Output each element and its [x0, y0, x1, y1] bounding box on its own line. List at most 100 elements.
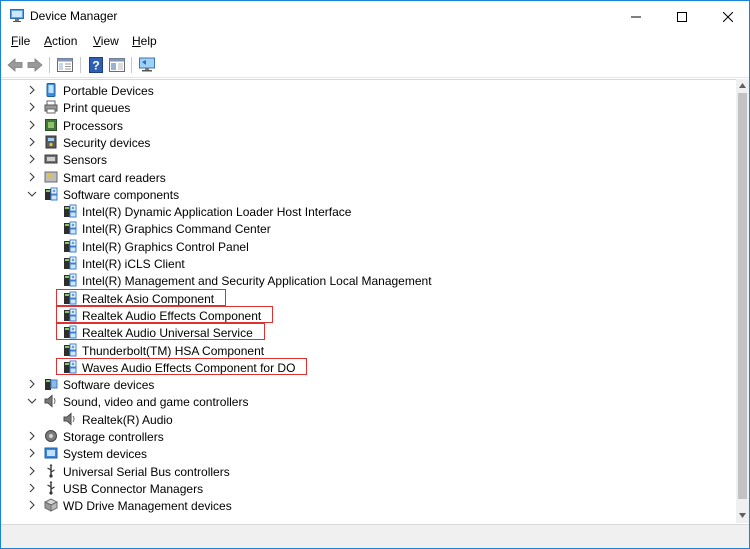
tree-node-label: Sound, video and game controllers [63, 395, 249, 410]
maximize-button[interactable] [659, 1, 705, 31]
tree-node-label: WD Drive Management devices [63, 499, 232, 514]
tree-node[interactable]: System devices [1, 445, 721, 462]
sensor-icon [44, 154, 58, 164]
highlight-box [56, 357, 307, 375]
tree-node[interactable]: Thunderbolt(TM) HSA Component [1, 342, 721, 359]
menu-file[interactable]: File [11, 34, 30, 48]
chevron-right-icon[interactable] [26, 101, 38, 113]
toolbar-separator [49, 57, 50, 73]
tree-node-label: Print queues [63, 101, 131, 116]
tree-node[interactable]: Intel(R) Graphics Command Center [1, 220, 721, 237]
tree-node[interactable]: Universal Serial Bus controllers [1, 463, 721, 480]
tree-node[interactable]: Software components [1, 186, 721, 203]
scroll-up-arrow-icon[interactable] [739, 83, 746, 88]
tree-node-label: Universal Serial Bus controllers [63, 464, 230, 479]
tree-node-label: Realtek(R) Audio [82, 412, 173, 427]
chevron-right-icon[interactable] [26, 136, 38, 148]
chevron-right-icon[interactable] [26, 153, 38, 165]
chevron-right-icon[interactable] [26, 171, 38, 183]
storage-controller-icon [45, 430, 57, 442]
tree-node[interactable]: Sensors [1, 151, 721, 168]
menu-action[interactable]: Action [44, 34, 77, 48]
highlight-box [56, 323, 265, 341]
status-bar [1, 524, 749, 548]
tree-node[interactable]: Realtek(R) Audio [1, 411, 721, 428]
tree-node-label: System devices [63, 447, 148, 462]
menu-view-label: View [93, 34, 119, 48]
scan-hardware-changes-icon[interactable] [138, 56, 156, 74]
scrollbar-thumb[interactable] [738, 93, 747, 499]
speaker-icon [44, 394, 56, 408]
scroll-down-arrow-icon[interactable] [739, 513, 746, 518]
menu-help-label: Help [132, 34, 157, 48]
software-component-icon [64, 239, 77, 253]
show-hide-console-tree-icon[interactable] [56, 56, 74, 74]
chevron-right-icon[interactable] [26, 447, 38, 459]
tree-node[interactable]: Portable Devices [1, 82, 721, 99]
toolbar: ? [1, 52, 749, 78]
security-device-icon [45, 135, 57, 149]
minimize-icon [631, 16, 641, 18]
tree-node-label: Intel(R) Management and Security Applica… [82, 274, 432, 289]
software-component-icon [64, 256, 77, 270]
tree-node[interactable]: Security devices [1, 134, 721, 151]
tree-node[interactable]: USB Connector Managers [1, 480, 721, 497]
device-manager-window: Device Manager File Action View Help ? P… [0, 0, 750, 549]
forward-arrow-icon[interactable] [26, 56, 44, 74]
usb-icon [47, 463, 55, 478]
tree-node[interactable]: Intel(R) Management and Security Applica… [1, 272, 721, 289]
software-device-icon [45, 379, 58, 391]
tree-node-label: USB Connector Managers [63, 481, 204, 496]
tree-node[interactable]: Storage controllers [1, 428, 721, 445]
close-icon [722, 11, 734, 22]
tree-node-label: Intel(R) Dynamic Application Loader Host… [82, 205, 352, 220]
chevron-right-icon[interactable] [26, 465, 38, 477]
chevron-down-icon[interactable] [26, 188, 38, 200]
title-bar[interactable]: Device Manager [1, 1, 749, 31]
printer-icon [44, 100, 58, 114]
tree-node[interactable]: Print queues [1, 99, 721, 116]
tree-node-label: Intel(R) Graphics Control Panel [82, 239, 249, 254]
software-component-icon [64, 204, 77, 218]
back-arrow-icon[interactable] [6, 56, 24, 74]
chevron-right-icon[interactable] [26, 482, 38, 494]
menu-help[interactable]: Help [132, 34, 157, 48]
tree-node[interactable]: Processors [1, 117, 721, 134]
tree-node[interactable]: Smart card readers [1, 169, 721, 186]
device-manager-icon [10, 9, 24, 22]
tree-node-label: Processors [63, 118, 124, 133]
highlight-box [56, 288, 226, 306]
vertical-scrollbar[interactable] [736, 79, 749, 523]
properties-icon[interactable] [108, 56, 126, 74]
menu-view[interactable]: View [93, 34, 119, 48]
tree-node[interactable]: WD Drive Management devices [1, 497, 721, 514]
wd-drive-icon [44, 498, 58, 512]
chevron-right-icon[interactable] [26, 84, 38, 96]
tree-node-label: Security devices [63, 135, 151, 150]
tree-node-label: Intel(R) iCLS Client [82, 257, 185, 271]
minimize-button[interactable] [613, 1, 659, 31]
device-tree: Portable Devices Print queues Processors Se… [1, 79, 736, 523]
chevron-right-icon[interactable] [26, 430, 38, 442]
close-button[interactable] [705, 1, 750, 31]
chevron-down-icon[interactable] [26, 395, 38, 407]
tree-node[interactable]: Intel(R) Dynamic Application Loader Host… [1, 203, 721, 220]
tree-node[interactable]: Intel(R) iCLS Client [1, 255, 721, 272]
tree-node[interactable]: Sound, video and game controllers [1, 393, 721, 410]
tree-node[interactable]: Software devices [1, 376, 721, 393]
tree-node-label: Sensors [63, 153, 108, 168]
chevron-right-icon[interactable] [26, 499, 38, 511]
chevron-right-icon[interactable] [26, 378, 38, 390]
smart-card-reader-icon [44, 171, 58, 182]
system-device-icon [44, 447, 58, 459]
tree-node-label: Smart card readers [63, 170, 166, 185]
menu-action-label: Action [44, 34, 78, 48]
window-title: Device Manager [30, 9, 118, 23]
toolbar-separator [131, 57, 132, 73]
help-icon[interactable]: ? [87, 56, 105, 74]
usb-icon [47, 480, 55, 495]
portable-device-icon [46, 83, 56, 97]
chevron-right-icon[interactable] [26, 119, 38, 131]
tree-node-label: Storage controllers [63, 430, 164, 444]
tree-node[interactable]: Intel(R) Graphics Control Panel [1, 238, 721, 255]
